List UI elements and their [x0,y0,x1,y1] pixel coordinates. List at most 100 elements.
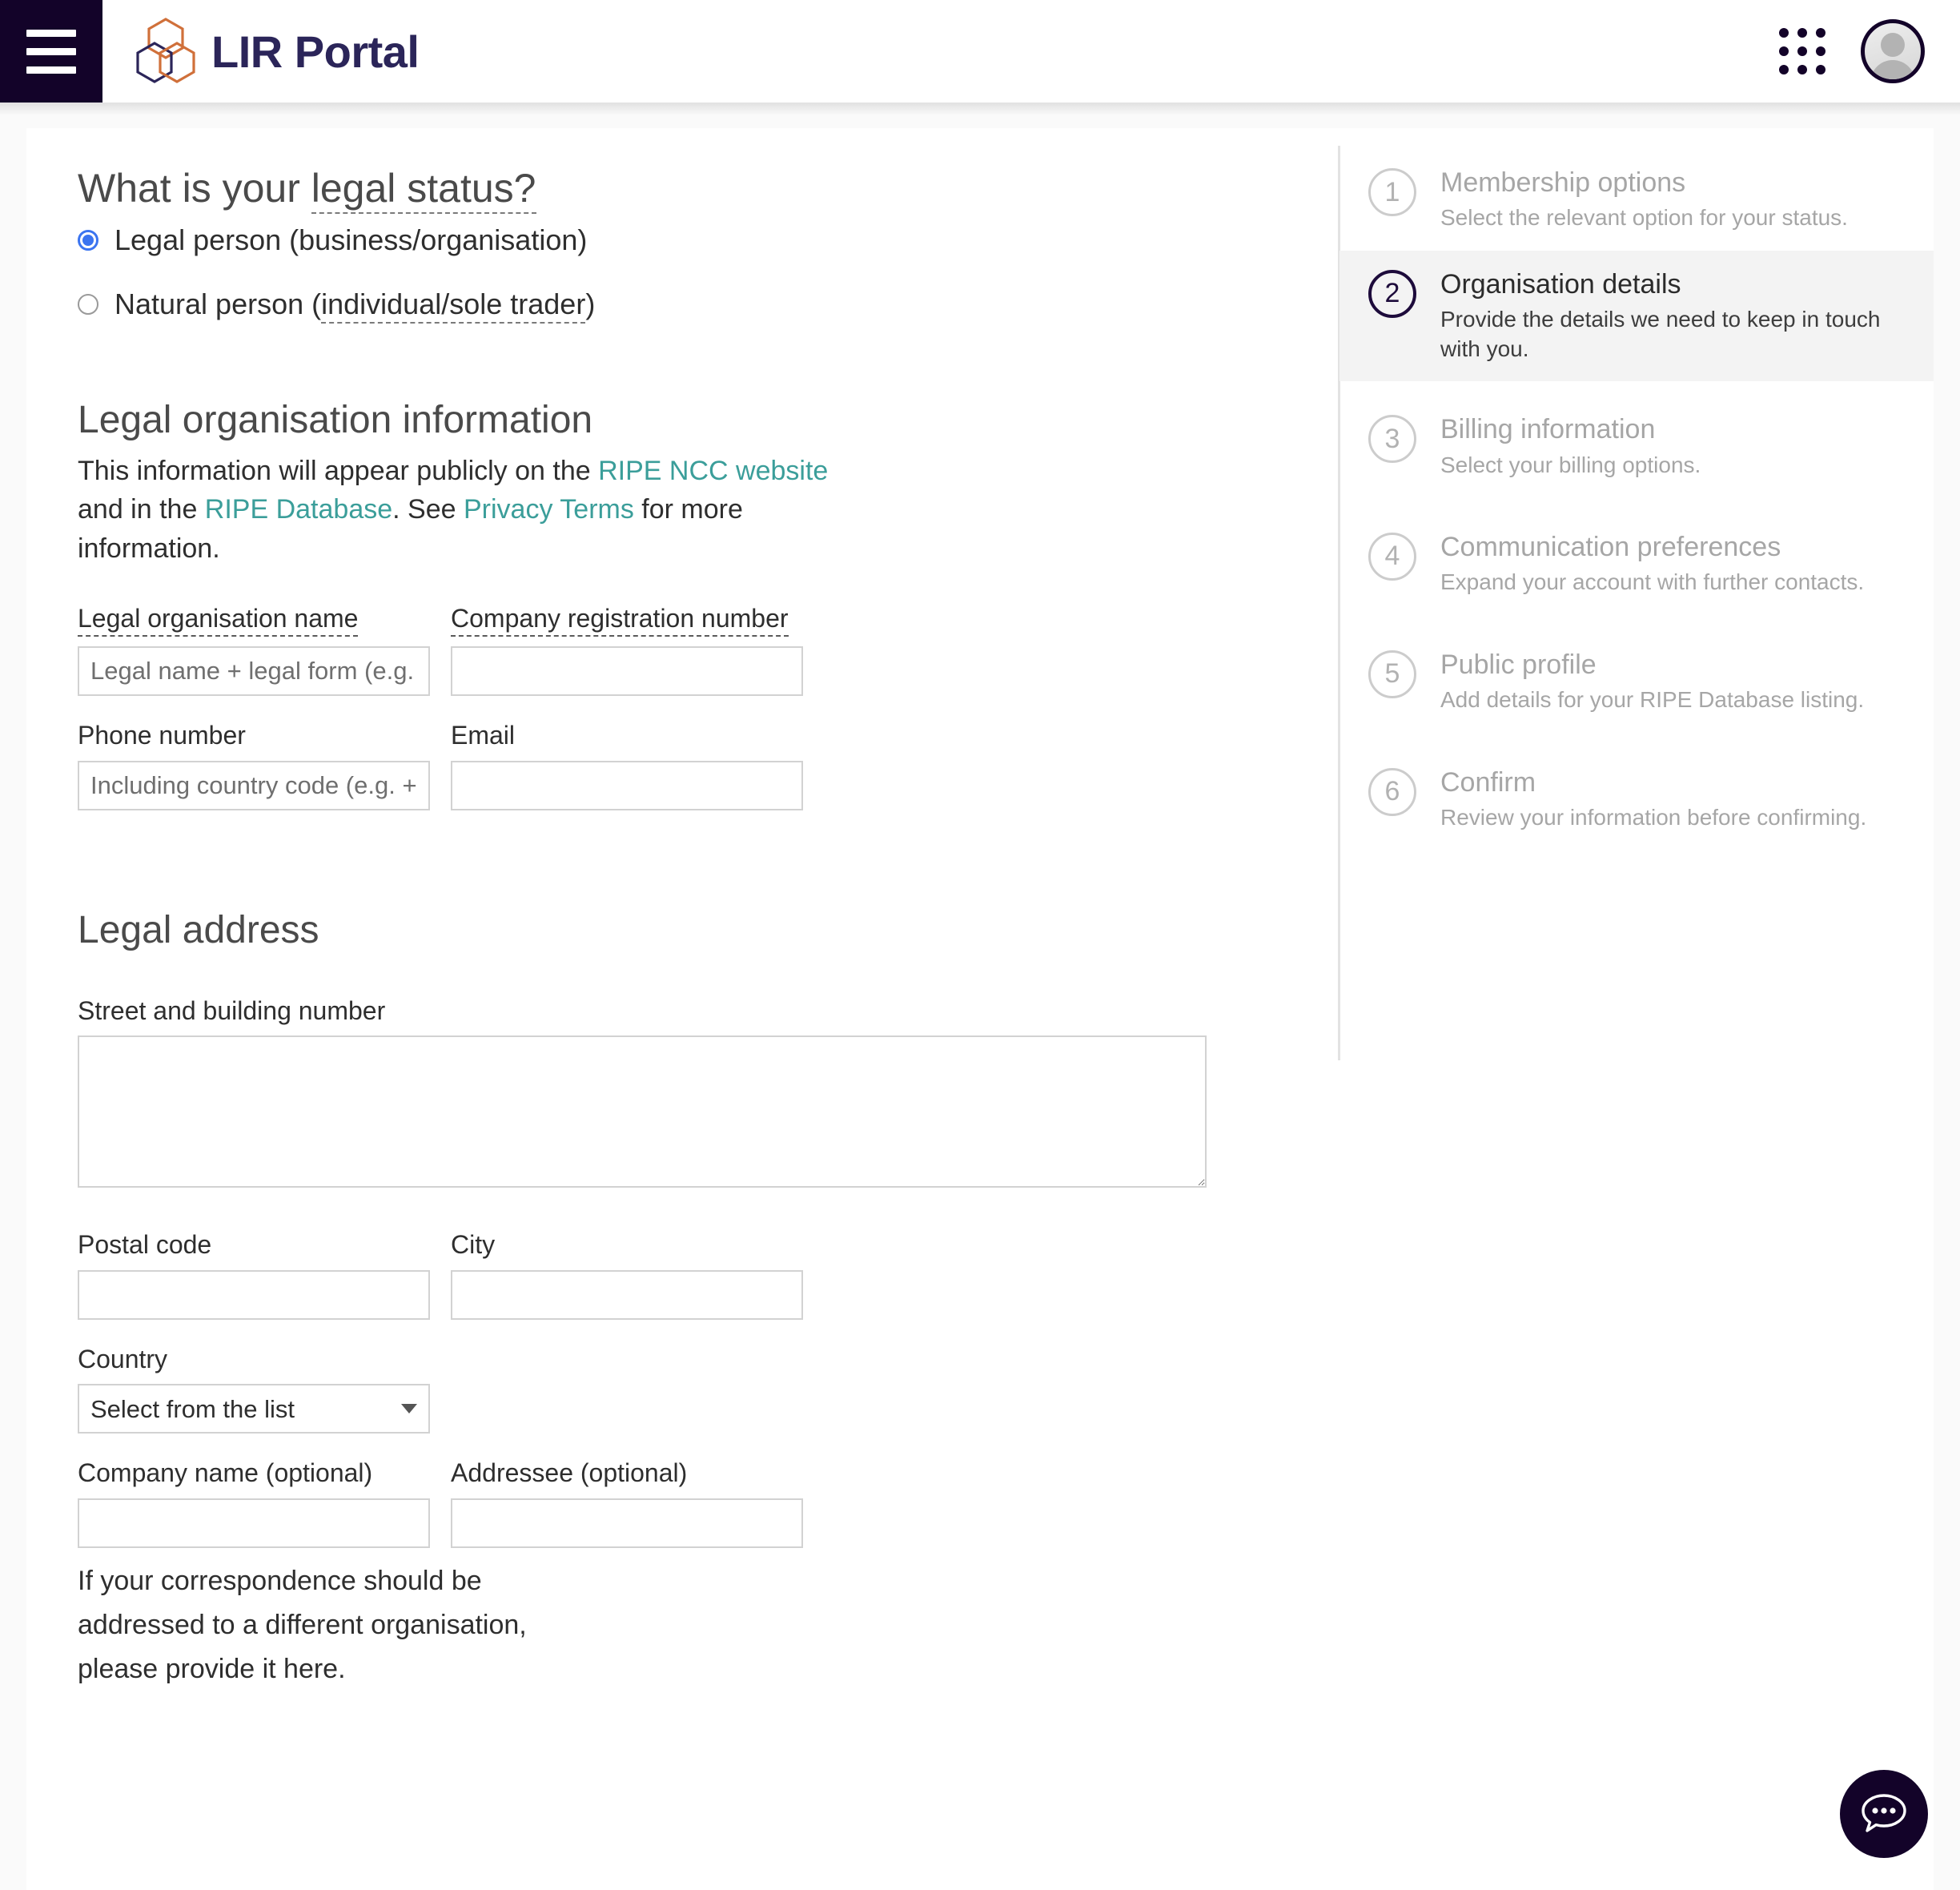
label-addressee-optional: Addressee (optional) [451,1458,688,1488]
legal-status-question: What is your legal status? [78,166,1339,214]
link-privacy-terms[interactable]: Privacy Terms [464,494,634,525]
step-desc-1: Select the relevant option for your stat… [1440,205,1848,231]
field-org-name: Legal organisation name [78,603,430,697]
org-section-intro: This information will appear publicly on… [78,452,878,568]
hamburger-menu-button[interactable] [0,0,102,103]
phone-number-input[interactable] [78,760,430,810]
radio-option-natural-person[interactable]: Natural person (individual/sole trader) [78,288,1339,324]
grid-row-spacer [78,696,803,720]
link-ripe-ncc-website[interactable]: RIPE NCC website [598,456,828,486]
natural-person-term-tooltip[interactable]: individual/sole trader [321,288,586,324]
step-title-2: Organisation details [1440,268,1681,300]
avatar-body [1870,60,1915,79]
avatar-head [1881,33,1905,57]
grid-row-spacer [78,1320,803,1344]
step-desc-5: Add details for your RIPE Database listi… [1440,687,1865,713]
header-actions [1779,19,1925,83]
step-body-5: Public profile Add details for your RIPE… [1440,649,1864,715]
legal-status-term-tooltip[interactable]: legal status? [311,166,536,214]
step-title-1: Membership options [1440,167,1686,198]
hamburger-icon-bar [26,66,76,74]
main-content: What is your legal status? Legal person … [26,128,1339,1691]
field-company-registration: Company registration number [451,603,803,697]
country-select-wrapper: Select from the list [78,1384,430,1434]
step-desc-6: Review your information before confirmin… [1440,805,1867,830]
org-name-input[interactable] [78,646,430,697]
label-phone-number: Phone number [78,721,246,750]
step-desc-2: Provide the details we need to keep in t… [1440,307,1881,361]
field-phone-number: Phone number [78,720,430,810]
hamburger-icon-bar [26,47,76,55]
city-input[interactable] [451,1269,803,1320]
step-number-3: 3 [1368,415,1416,464]
progress-stepper: 1 Membership options Select the relevant… [1339,128,1934,850]
step-desc-4: Expand your account with further contact… [1440,569,1865,595]
email-input[interactable] [451,760,803,810]
user-avatar-icon[interactable] [1861,19,1925,83]
step-number-5: 5 [1368,649,1416,698]
radio-legal-person-label: Legal person (business/organisation) [114,223,588,256]
intro-text-1: This information will appear publicly on… [78,456,599,487]
label-country: Country [78,1344,168,1373]
company-registration-input[interactable] [451,646,803,697]
postal-code-input[interactable] [78,1269,430,1320]
field-addressee-optional: Addressee (optional) [451,1458,803,1691]
address-fields-grid: Postal code City Country Select from the… [78,1229,1339,1691]
step-item-billing-information[interactable]: 3 Billing information Select your billin… [1339,396,1934,497]
label-street: Street and building number [78,995,386,1025]
step-title-3: Billing information [1440,414,1656,445]
step-item-organisation-details[interactable]: 2 Organisation details Provide the detai… [1339,250,1934,382]
brand-title: LIR Portal [211,26,420,77]
hamburger-icon-bar [26,29,76,37]
grid-row-spacer [78,1434,803,1458]
step-body-2: Organisation details Provide the details… [1440,268,1894,364]
ripe-hexagon-logo-icon [135,17,197,86]
step-title-4: Communication preferences [1440,531,1781,562]
radio-natural-person-label-prefix: Natural person ( [114,288,322,320]
radio-natural-person-label: Natural person (individual/sole trader) [114,288,596,324]
radio-natural-person-input[interactable] [78,294,98,315]
label-company-name-optional: Company name (optional) [78,1458,373,1488]
label-email: Email [451,721,516,750]
step-item-public-profile[interactable]: 5 Public profile Add details for your RI… [1339,631,1934,733]
org-section-title: Legal organisation information [78,399,593,441]
step-item-membership-options[interactable]: 1 Membership options Select the relevant… [1339,149,1934,251]
label-org-name[interactable]: Legal organisation name [78,603,359,637]
address-section-title: Legal address [78,908,319,951]
step-title-5: Public profile [1440,649,1597,680]
step-number-4: 4 [1368,532,1416,581]
step-item-communication-preferences[interactable]: 4 Communication preferences Expand your … [1339,513,1934,615]
app-header: LIR Portal [0,0,1960,103]
field-street: Street and building number [78,995,1339,1188]
radio-option-legal-person[interactable]: Legal person (business/organisation) [78,223,1339,257]
field-postal-code: Postal code [78,1229,430,1320]
label-postal-code: Postal code [78,1230,212,1260]
link-ripe-database[interactable]: RIPE Database [205,494,392,525]
chat-support-button[interactable] [1840,1770,1928,1858]
country-select[interactable]: Select from the list [78,1384,430,1434]
step-desc-3: Select your billing options. [1440,452,1701,477]
step-body-3: Billing information Select your billing … [1440,413,1701,480]
addressee-optional-input[interactable] [451,1498,803,1548]
company-name-optional-input[interactable] [78,1498,430,1548]
step-body-4: Communication preferences Expand your ac… [1440,531,1864,597]
field-city: City [451,1229,803,1320]
radio-legal-person-input[interactable] [78,230,98,251]
step-number-6: 6 [1368,767,1416,816]
intro-text-2: and in the [78,494,205,525]
brand-logo-link[interactable]: LIR Portal [135,17,420,86]
apps-grid-icon[interactable] [1779,28,1825,74]
label-city: City [451,1230,496,1260]
intro-text-3: . See [392,494,464,525]
label-company-registration[interactable]: Company registration number [451,603,789,637]
step-title-6: Confirm [1440,766,1536,798]
header-shadow [0,103,1960,115]
step-item-confirm[interactable]: 6 Confirm Review your information before… [1339,749,1934,850]
page-background: What is your legal status? Legal person … [0,115,1960,1890]
legal-status-question-prefix: What is your [78,166,311,211]
field-email: Email [451,720,803,810]
step-number-2: 2 [1368,269,1416,318]
radio-natural-person-label-suffix: ) [585,288,596,320]
street-textarea[interactable] [78,1035,1207,1188]
content-card: What is your legal status? Legal person … [26,128,1934,1890]
